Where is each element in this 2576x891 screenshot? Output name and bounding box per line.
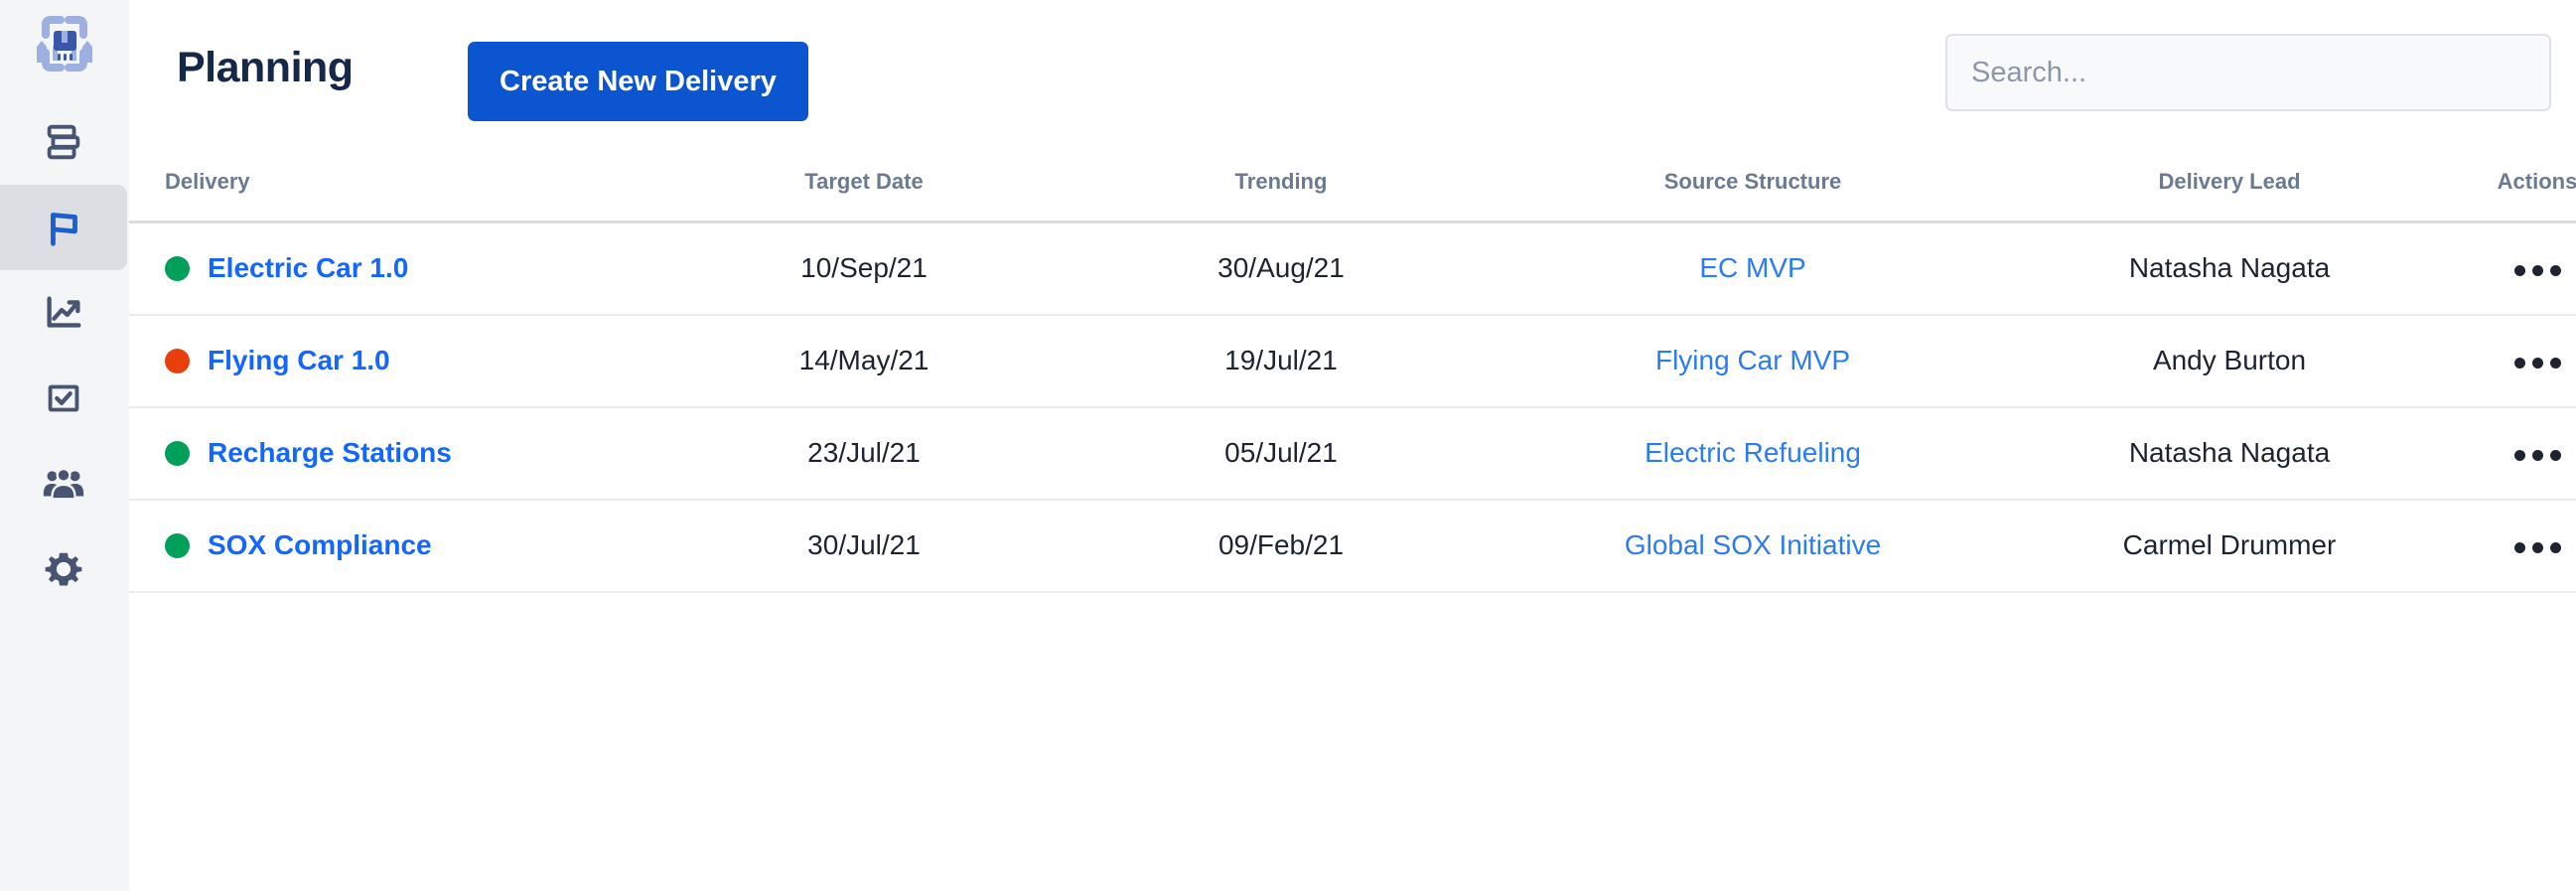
delivery-table: Delivery Target Date Trending Source Str… — [129, 169, 2576, 593]
main-content: Planning Create New Delivery Delivery Ta… — [129, 0, 2576, 891]
cell-source-structure: Flying Car MVP — [1490, 315, 2016, 407]
table-row: SOX Compliance 30/Jul/21 09/Feb/21 Globa… — [129, 500, 2576, 592]
cell-actions — [2443, 315, 2576, 407]
cell-target-date: 10/Sep/21 — [655, 223, 1073, 315]
create-new-delivery-button[interactable]: Create New Delivery — [468, 42, 808, 121]
row-actions-menu-icon[interactable] — [2508, 440, 2567, 471]
gear-icon — [41, 546, 86, 592]
checkbox-check-icon — [41, 375, 86, 421]
page-header: Planning Create New Delivery — [129, 0, 2576, 139]
cell-trending: 30/Aug/21 — [1073, 223, 1490, 315]
sidebar — [0, 0, 129, 891]
column-header-trending[interactable]: Trending — [1073, 169, 1490, 223]
row-actions-menu-icon[interactable] — [2508, 348, 2567, 378]
source-structure-link[interactable]: Electric Refueling — [1645, 437, 1861, 468]
delivery-name-link[interactable]: SOX Compliance — [208, 529, 432, 561]
column-header-delivery-lead[interactable]: Delivery Lead — [2016, 169, 2443, 223]
delivery-name-link[interactable]: Recharge Stations — [208, 437, 452, 469]
sidebar-item-tasks[interactable] — [0, 356, 127, 441]
sidebar-item-structures[interactable] — [0, 99, 127, 185]
cell-source-structure: Global SOX Initiative — [1490, 500, 2016, 592]
layers-stack-icon — [41, 119, 86, 165]
sidebar-item-planning[interactable] — [0, 185, 127, 270]
table-header-row: Delivery Target Date Trending Source Str… — [129, 169, 2576, 223]
cell-delivery-lead: Natasha Nagata — [2016, 407, 2443, 500]
table-row: Recharge Stations 23/Jul/21 05/Jul/21 El… — [129, 407, 2576, 500]
sidebar-item-settings[interactable] — [0, 526, 127, 612]
status-dot-icon — [165, 441, 190, 466]
cell-delivery: Recharge Stations — [129, 407, 655, 500]
cell-trending: 09/Feb/21 — [1073, 500, 1490, 592]
table-row: Flying Car 1.0 14/May/21 19/Jul/21 Flyin… — [129, 315, 2576, 407]
table-head: Delivery Target Date Trending Source Str… — [129, 169, 2576, 223]
column-header-source-structure[interactable]: Source Structure — [1490, 169, 2016, 223]
status-dot-icon — [165, 349, 190, 373]
source-structure-link[interactable]: Flying Car MVP — [1655, 345, 1850, 375]
table-body: Electric Car 1.0 10/Sep/21 30/Aug/21 EC … — [129, 223, 2576, 592]
cell-trending: 19/Jul/21 — [1073, 315, 1490, 407]
cell-target-date: 14/May/21 — [655, 315, 1073, 407]
delivery-table-container: Delivery Target Date Trending Source Str… — [129, 169, 2576, 593]
cell-delivery: SOX Compliance — [129, 500, 655, 592]
delivery-name-link[interactable]: Electric Car 1.0 — [208, 252, 408, 284]
status-dot-icon — [165, 256, 190, 281]
flag-icon — [41, 205, 86, 250]
cell-delivery-lead: Andy Burton — [2016, 315, 2443, 407]
cell-source-structure: Electric Refueling — [1490, 407, 2016, 500]
cell-actions — [2443, 223, 2576, 315]
sidebar-item-reports[interactable] — [0, 270, 127, 356]
cell-delivery: Electric Car 1.0 — [129, 223, 655, 315]
table-row: Electric Car 1.0 10/Sep/21 30/Aug/21 EC … — [129, 223, 2576, 315]
cell-target-date: 23/Jul/21 — [655, 407, 1073, 500]
source-structure-link[interactable]: Global SOX Initiative — [1625, 529, 1881, 560]
sidebar-nav — [0, 99, 129, 612]
column-header-delivery[interactable]: Delivery — [129, 169, 655, 223]
status-dot-icon — [165, 533, 190, 558]
row-actions-menu-icon[interactable] — [2508, 255, 2567, 286]
cell-delivery-lead: Carmel Drummer — [2016, 500, 2443, 592]
cell-delivery-lead: Natasha Nagata — [2016, 223, 2443, 315]
chart-trending-up-icon — [41, 290, 86, 336]
cell-source-structure: EC MVP — [1490, 223, 2016, 315]
source-structure-link[interactable]: EC MVP — [1699, 252, 1805, 283]
row-actions-menu-icon[interactable] — [2508, 532, 2567, 563]
cell-actions — [2443, 407, 2576, 500]
column-header-target-date[interactable]: Target Date — [655, 169, 1073, 223]
column-header-actions: Actions — [2443, 169, 2576, 223]
app-root: Planning Create New Delivery Delivery Ta… — [0, 0, 2576, 891]
cell-delivery: Flying Car 1.0 — [129, 315, 655, 407]
cell-actions — [2443, 500, 2576, 592]
cell-trending: 05/Jul/21 — [1073, 407, 1490, 500]
cell-target-date: 30/Jul/21 — [655, 500, 1073, 592]
search-input[interactable] — [1945, 34, 2551, 111]
sidebar-item-teams[interactable] — [0, 441, 127, 526]
package-scan-logo-icon — [28, 11, 101, 76]
page-title: Planning — [177, 47, 354, 89]
people-group-icon — [41, 461, 86, 507]
delivery-name-link[interactable]: Flying Car 1.0 — [208, 345, 390, 376]
app-logo[interactable] — [0, 6, 129, 81]
